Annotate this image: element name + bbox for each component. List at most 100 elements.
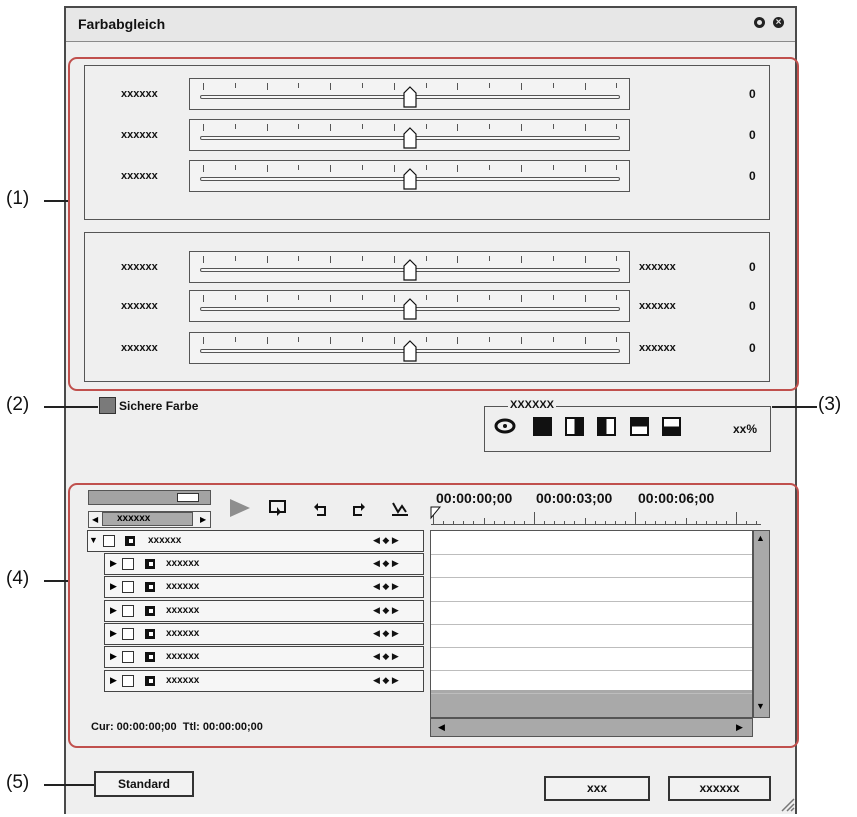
expand-right-icon[interactable]: ▶ <box>110 605 117 616</box>
title-bar <box>66 8 795 42</box>
slider-thumb-top-1[interactable] <box>403 127 417 149</box>
keyframe-nav-icon[interactable]: ◀ ◆ ▶ <box>373 651 399 662</box>
slider-tick <box>425 83 427 88</box>
slider-tick <box>266 256 268 263</box>
expand-right-icon[interactable]: ▶ <box>110 558 117 569</box>
preview-group-label: XXXXXX <box>508 399 557 411</box>
ttl-label: Ttl: <box>182 721 200 733</box>
slider-tick <box>521 295 522 302</box>
ruler-tick <box>463 521 465 525</box>
scroll-up-icon[interactable]: ▲ <box>756 533 765 543</box>
ruler-tick <box>665 521 667 525</box>
split-left-icon[interactable] <box>565 417 584 436</box>
playhead-icon[interactable] <box>430 506 442 525</box>
keyframe-nav-icon[interactable]: ◀ ◆ ▶ <box>373 675 399 686</box>
expand-right-icon[interactable]: ▶ <box>110 581 117 592</box>
split-bottom-icon[interactable] <box>662 417 681 436</box>
close-icon[interactable]: × <box>773 17 784 28</box>
scroll-left-icon[interactable]: ◀ <box>438 722 445 733</box>
slider-thumb-bottom-1[interactable] <box>403 298 417 320</box>
redo-icon[interactable] <box>350 501 366 522</box>
zoom-handle[interactable] <box>177 493 199 502</box>
ruler-tick <box>564 521 566 525</box>
slider-tick <box>266 165 268 172</box>
slider-tick <box>521 256 522 263</box>
scroll-down-icon[interactable]: ▼ <box>756 701 765 711</box>
callout-label-4: (4) <box>6 568 30 589</box>
track-parent-label: xxxxxx <box>148 535 182 546</box>
slider-tick <box>393 165 395 172</box>
slider-label-bottom-2: xxxxxx <box>121 342 158 354</box>
cancel-button[interactable]: xxxxxx <box>668 776 771 801</box>
slider-tick <box>521 124 522 131</box>
ruler-tick <box>614 521 616 525</box>
slider-thumb-top-2[interactable] <box>403 168 417 190</box>
slider-tick <box>457 295 459 302</box>
callout-label-5: (5) <box>6 772 30 793</box>
slider-thumb-top-0[interactable] <box>403 86 417 108</box>
split-top-icon[interactable] <box>630 417 649 436</box>
track-label: xxxxxx <box>166 627 200 639</box>
ruler-tick <box>554 521 556 525</box>
ruler-tick <box>544 521 546 525</box>
track-checkbox[interactable] <box>122 627 134 640</box>
ruler-tick <box>443 521 445 525</box>
slider-label-top-0: xxxxxx <box>121 88 158 100</box>
nav-left-arrow-icon[interactable]: ◀ <box>92 515 98 524</box>
keyframe-nav-icon[interactable]: ◀ ◆ ▶ <box>373 535 399 546</box>
track-checkbox[interactable] <box>122 651 134 664</box>
expand-down-icon[interactable]: ▼ <box>89 535 98 545</box>
add-keyframe-icon[interactable] <box>269 499 287 522</box>
slider-thumb-bottom-2[interactable] <box>403 340 417 362</box>
slider-thumb-bottom-0[interactable] <box>403 259 417 281</box>
timeline-row-line <box>431 647 752 648</box>
keyframe-nav-icon[interactable]: ◀ ◆ ▶ <box>373 558 399 569</box>
ruler-tick <box>534 512 535 525</box>
slider-label-bottom-0: xxxxxx <box>121 261 158 273</box>
track-checkbox[interactable] <box>122 604 134 617</box>
split-full-icon[interactable] <box>533 417 552 436</box>
timecode-0: 00:00:00;00 <box>436 490 513 506</box>
track-checkbox[interactable] <box>122 674 134 687</box>
slider-tick <box>330 83 332 90</box>
nav-field[interactable]: xxxxxx <box>102 512 193 526</box>
undo-icon[interactable] <box>313 501 329 522</box>
expand-right-icon[interactable]: ▶ <box>110 675 117 686</box>
horizontal-scrollbar[interactable] <box>430 718 753 737</box>
slider-tick <box>298 124 300 129</box>
keyframe-nav-icon[interactable]: ◀ ◆ ▶ <box>373 581 399 592</box>
slider-tick <box>425 256 427 261</box>
slider-tick <box>203 83 204 90</box>
ruler-tick <box>503 521 505 525</box>
slider-tick <box>298 295 300 300</box>
preview-group <box>484 406 771 452</box>
play-icon[interactable] <box>228 497 252 524</box>
eye-icon[interactable] <box>494 418 516 439</box>
slider-tick <box>425 337 427 342</box>
nav-right-arrow-icon[interactable]: ▶ <box>200 515 206 524</box>
track-parent-checkbox[interactable] <box>103 535 115 547</box>
preview-percent: xx% <box>733 422 758 436</box>
graph-icon[interactable] <box>391 500 409 523</box>
slider-right-label-bottom-2: xxxxxx <box>639 342 676 354</box>
slider-tick <box>234 83 236 88</box>
ruler-tick <box>685 518 687 525</box>
expand-right-icon[interactable]: ▶ <box>110 628 117 639</box>
timeline-row-line <box>431 577 752 579</box>
split-right-icon[interactable] <box>597 417 616 436</box>
ok-button[interactable]: xxx <box>544 776 650 801</box>
standard-button[interactable]: Standard <box>94 771 194 797</box>
scroll-right-icon[interactable]: ▶ <box>736 722 743 733</box>
expand-right-icon[interactable]: ▶ <box>110 651 117 662</box>
slider-value-top-0: 0 <box>749 87 756 101</box>
keyframe-nav-icon[interactable]: ◀ ◆ ▶ <box>373 628 399 639</box>
slider-tick <box>330 124 332 131</box>
settings-icon[interactable] <box>754 17 765 28</box>
slider-tick <box>393 295 395 302</box>
track-checkbox[interactable] <box>122 558 134 570</box>
effect-icon <box>124 534 136 552</box>
keyframe-nav-icon[interactable]: ◀ ◆ ▶ <box>373 605 399 616</box>
track-checkbox[interactable] <box>122 581 134 594</box>
safe-color-checkbox[interactable] <box>99 397 116 414</box>
vertical-scrollbar[interactable] <box>753 530 770 718</box>
